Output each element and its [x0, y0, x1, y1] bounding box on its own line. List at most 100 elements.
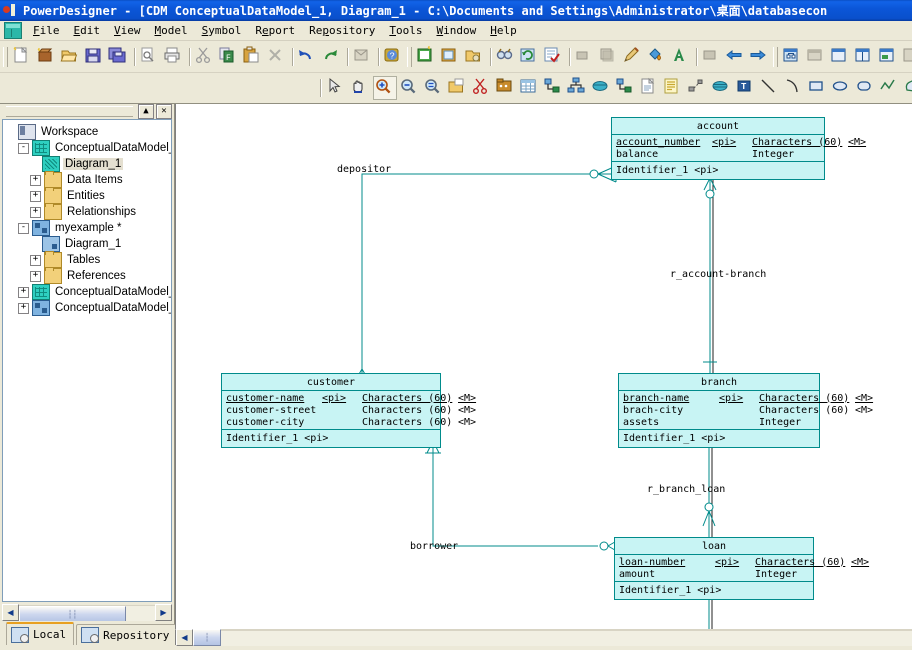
- toolbar-grip-3[interactable]: [773, 46, 778, 67]
- undo-icon[interactable]: [297, 46, 319, 68]
- menu-report[interactable]: Report: [248, 22, 302, 39]
- package-tool[interactable]: [495, 77, 517, 99]
- relationship-label-r_branch_loan[interactable]: r_branch_loan: [647, 484, 725, 495]
- print-preview-icon[interactable]: [139, 46, 161, 68]
- browser-hscrollbar[interactable]: ◀ ┆┆ ▶: [2, 604, 172, 623]
- association-link-tool[interactable]: [615, 77, 637, 99]
- cut-icon[interactable]: [194, 46, 216, 68]
- tree-item-references[interactable]: + References: [6, 267, 169, 284]
- toolbar-grip-2[interactable]: [407, 46, 412, 67]
- new-diagram-icon[interactable]: [416, 45, 438, 68]
- association-tool[interactable]: [591, 77, 613, 99]
- output-icon[interactable]: [806, 46, 828, 68]
- delete-tool[interactable]: [471, 77, 493, 99]
- check-model-icon[interactable]: [543, 46, 565, 68]
- polyline-tool[interactable]: [879, 77, 901, 99]
- rounded-rect-tool[interactable]: [855, 77, 877, 99]
- help-icon[interactable]: ?: [383, 46, 405, 68]
- entity-loan[interactable]: loan loan-number <pi> Characters (60) <M> amo…: [614, 537, 869, 600]
- file-tool[interactable]: [639, 77, 661, 99]
- expand-toggle[interactable]: +: [30, 270, 41, 282]
- window-cascade-icon[interactable]: [854, 46, 876, 68]
- relationship-label-borrower[interactable]: borrower: [410, 541, 458, 552]
- polygon-tool[interactable]: [903, 77, 912, 99]
- diagram-scroll-track[interactable]: [221, 629, 912, 646]
- relationship-label-depositor[interactable]: depositor: [337, 164, 391, 175]
- title-tool[interactable]: [711, 77, 733, 99]
- expand-toggle[interactable]: +: [30, 206, 41, 218]
- diagram-canvas[interactable]: account account_number <pi> Characters (60)…: [175, 104, 912, 629]
- menu-file[interactable]: File: [26, 22, 67, 39]
- tree-item-diagram-1[interactable]: Diagram_1: [6, 156, 169, 172]
- print-icon[interactable]: [163, 46, 185, 68]
- tree-item-workspace[interactable]: Workspace: [6, 124, 169, 140]
- zoom-area-tool[interactable]: [423, 77, 445, 99]
- font-color-icon[interactable]: [670, 46, 692, 68]
- pencil-icon[interactable]: [622, 46, 644, 68]
- diagram-hscrollbar[interactable]: ◀ ┆: [175, 629, 912, 646]
- preview-icon[interactable]: [902, 46, 912, 68]
- menu-model[interactable]: Model: [148, 22, 195, 39]
- redo-icon[interactable]: [321, 46, 343, 68]
- menu-help[interactable]: Help: [483, 22, 524, 39]
- new-icon[interactable]: [12, 46, 34, 68]
- open-package-tool[interactable]: [447, 77, 469, 99]
- menu-window[interactable]: Window: [429, 22, 483, 39]
- save-all-icon[interactable]: [108, 46, 130, 68]
- entity-tool[interactable]: [519, 77, 541, 99]
- scroll-left-button[interactable]: ◀: [2, 604, 19, 621]
- menu-repository[interactable]: Repository: [302, 22, 382, 39]
- close-button[interactable]: ✕: [156, 104, 172, 119]
- tab-local[interactable]: Local: [6, 622, 75, 645]
- inheritance-tool[interactable]: [567, 77, 589, 99]
- text-tool[interactable]: T: [735, 77, 757, 99]
- tree-item-conceptualdatamodel[interactable]: - ConceptualDataModel_: [6, 140, 171, 156]
- browser-icon[interactable]: [782, 46, 804, 68]
- shadow-icon[interactable]: [598, 46, 620, 68]
- toolbar-grip[interactable]: [3, 46, 8, 67]
- model-options-icon[interactable]: [464, 46, 486, 68]
- relationship-tool[interactable]: [543, 77, 565, 99]
- save-icon[interactable]: [84, 46, 106, 68]
- note-tool[interactable]: [663, 77, 685, 99]
- diagram-scroll-thumb[interactable]: ┆: [193, 629, 221, 646]
- forward-icon[interactable]: [749, 46, 771, 68]
- browser-tree[interactable]: Workspace - ConceptualDataModel_ Diagram_1 +…: [2, 119, 172, 602]
- collapse-toggle[interactable]: -: [18, 142, 29, 154]
- align-icon[interactable]: [701, 46, 723, 68]
- entity-account[interactable]: account account_number <pi> Characters (60)…: [611, 117, 866, 180]
- open-diagram-icon[interactable]: [440, 46, 462, 68]
- expand-toggle[interactable]: +: [18, 286, 29, 298]
- tree-item-relationships[interactable]: + Relationships: [6, 203, 169, 220]
- paint-bucket-icon[interactable]: [646, 46, 668, 68]
- entity-customer[interactable]: customer customer-name <pi> Characters (60)…: [221, 373, 476, 448]
- zoom-out-tool[interactable]: [399, 77, 421, 99]
- tree-item-tables[interactable]: + Tables: [6, 251, 169, 268]
- zoom-in-tool[interactable]: [373, 76, 397, 100]
- back-icon[interactable]: [725, 46, 747, 68]
- document-system-menu-icon[interactable]: [4, 22, 22, 39]
- paste-icon[interactable]: [242, 46, 264, 68]
- new-model-icon[interactable]: [36, 46, 58, 68]
- relationship-label-r_account_branch[interactable]: r_account-branch: [670, 269, 766, 280]
- collapse-toggle[interactable]: -: [18, 222, 29, 234]
- panel-drag-grip[interactable]: [6, 106, 133, 117]
- tree-item-diagram-1[interactable]: Diagram_1: [6, 236, 169, 252]
- open-icon[interactable]: [60, 46, 82, 68]
- menu-edit[interactable]: Edit: [67, 22, 108, 39]
- tree-item-myexample[interactable]: - myexample *: [6, 220, 169, 236]
- fill-color-icon[interactable]: [574, 46, 596, 68]
- ellipse-tool[interactable]: [831, 77, 853, 99]
- tree-item-entities[interactable]: + Entities: [6, 187, 169, 204]
- menu-view[interactable]: View: [107, 22, 148, 39]
- menu-tools[interactable]: Tools: [382, 22, 429, 39]
- result-list-icon[interactable]: [878, 46, 900, 68]
- scroll-thumb[interactable]: ┆┆: [19, 605, 126, 623]
- rectangle-tool[interactable]: [807, 77, 829, 99]
- expand-toggle[interactable]: +: [18, 302, 29, 314]
- tab-repository[interactable]: Repository: [76, 624, 178, 645]
- arc-tool[interactable]: [783, 77, 805, 99]
- scroll-right-button[interactable]: ▶: [155, 604, 172, 621]
- tree-item-data-items[interactable]: + Data Items: [6, 171, 169, 188]
- pointer-tool[interactable]: [325, 77, 347, 99]
